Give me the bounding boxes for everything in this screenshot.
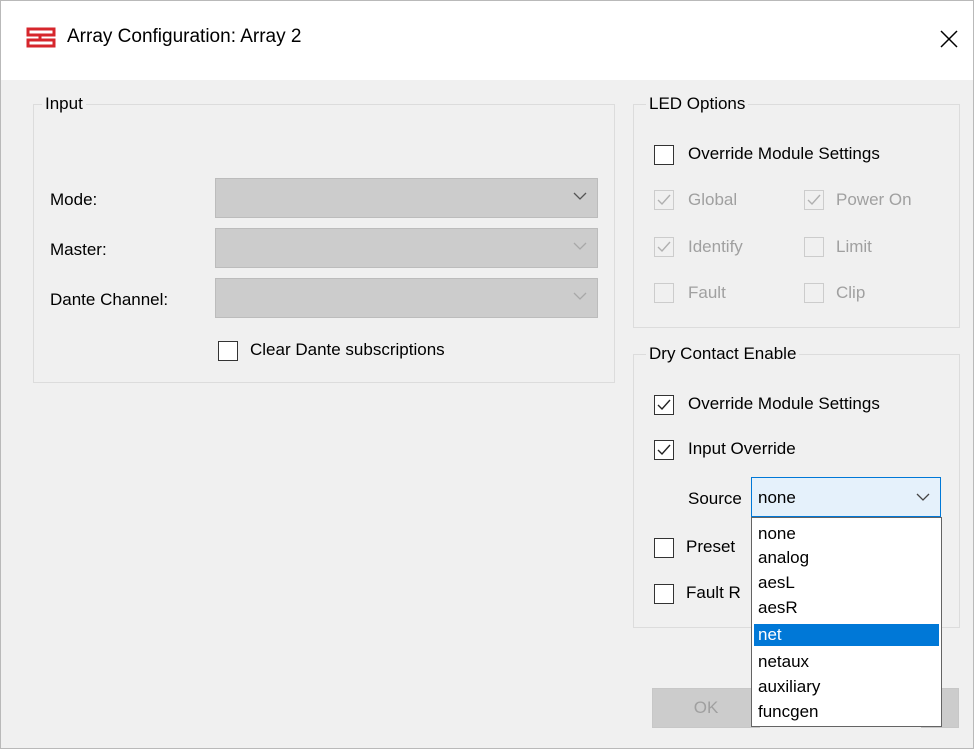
chevron-down-icon — [573, 292, 587, 300]
led-global-checkbox[interactable] — [654, 190, 674, 210]
dante-channel-select[interactable] — [215, 278, 598, 318]
led-options-group — [633, 104, 960, 328]
dropdown-option-netaux[interactable]: netaux — [754, 651, 939, 673]
led-fault-label: Fault — [688, 283, 726, 302]
chevron-down-icon — [916, 493, 930, 501]
source-dropdown-list: none analog aesL aesR net netaux auxilia… — [751, 517, 942, 727]
input-group-title: Input — [42, 94, 86, 114]
chevron-down-icon — [573, 242, 587, 250]
source-select[interactable]: none — [751, 477, 941, 517]
checkmark-icon — [657, 399, 671, 411]
checkmark-icon — [657, 241, 671, 253]
preset-label: Preset — [686, 537, 736, 556]
led-power-on-label: Power On — [836, 190, 912, 209]
dropdown-option-none[interactable]: none — [754, 523, 939, 545]
mode-label: Mode: — [50, 190, 98, 209]
led-identify-label: Identify — [688, 237, 743, 256]
close-icon — [940, 30, 958, 48]
master-label: Master: — [50, 240, 107, 259]
preset-checkbox[interactable] — [654, 538, 674, 558]
close-button[interactable] — [928, 18, 968, 58]
dropdown-option-aesr[interactable]: aesR — [754, 597, 939, 619]
source-label: Source — [688, 489, 742, 508]
dropdown-option-net[interactable]: net — [754, 624, 939, 646]
checkmark-icon — [657, 194, 671, 206]
master-select[interactable] — [215, 228, 598, 268]
title-bar: Array Configuration: Array 2 — [0, 0, 974, 80]
led-clip-checkbox[interactable] — [804, 283, 824, 303]
window-title: Array Configuration: Array 2 — [67, 26, 302, 47]
checkmark-icon — [807, 194, 821, 206]
input-override-checkbox[interactable] — [654, 440, 674, 460]
led-identify-checkbox[interactable] — [654, 237, 674, 257]
led-power-on-checkbox[interactable] — [804, 190, 824, 210]
dropdown-option-funcgen[interactable]: funcgen — [754, 701, 939, 723]
led-limit-checkbox[interactable] — [804, 237, 824, 257]
input-override-label: Input Override — [688, 439, 796, 458]
chevron-down-icon — [573, 192, 587, 200]
dry-override-checkbox[interactable] — [654, 395, 674, 415]
dry-contact-title: Dry Contact Enable — [646, 344, 800, 364]
mode-select[interactable] — [215, 178, 598, 218]
ok-button[interactable]: OK — [652, 688, 760, 728]
dropdown-option-analog[interactable]: analog — [754, 547, 939, 569]
clear-dante-label: Clear Dante subscriptions — [250, 340, 445, 359]
led-fault-checkbox[interactable] — [654, 283, 674, 303]
fault-label: Fault R — [686, 583, 741, 602]
dante-channel-label: Dante Channel: — [50, 290, 169, 309]
led-limit-label: Limit — [836, 237, 872, 256]
clear-dante-checkbox[interactable] — [218, 341, 238, 361]
led-clip-label: Clip — [836, 283, 866, 302]
led-override-label: Override Module Settings — [688, 144, 880, 163]
dry-override-label: Override Module Settings — [688, 394, 880, 413]
dropdown-option-aesl[interactable]: aesL — [754, 572, 939, 594]
array-app-icon — [26, 27, 56, 48]
led-global-label: Global — [688, 190, 738, 209]
dropdown-option-auxiliary[interactable]: auxiliary — [754, 676, 939, 698]
led-override-checkbox[interactable] — [654, 145, 674, 165]
source-select-value: none — [758, 488, 796, 507]
fault-checkbox[interactable] — [654, 584, 674, 604]
checkmark-icon — [657, 444, 671, 456]
led-options-title: LED Options — [646, 94, 749, 114]
